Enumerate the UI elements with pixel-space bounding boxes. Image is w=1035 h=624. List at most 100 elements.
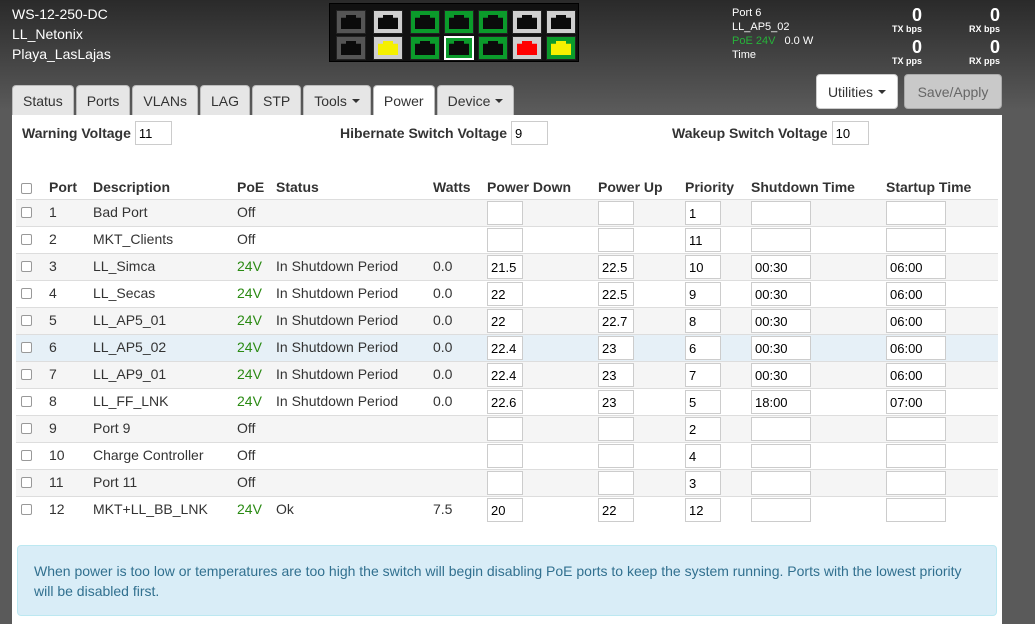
row-checkbox[interactable]	[21, 288, 32, 299]
power-down-input[interactable]	[487, 309, 523, 333]
warning-voltage-input[interactable]	[134, 121, 172, 145]
row-checkbox[interactable]	[21, 477, 32, 488]
power-down-input[interactable]	[487, 417, 523, 441]
utilities-dropdown-button[interactable]: Utilities	[816, 74, 898, 109]
startup-time-input[interactable]	[886, 444, 946, 468]
power-down-input[interactable]	[487, 255, 523, 279]
power-up-input[interactable]	[598, 471, 634, 495]
power-up-input[interactable]	[598, 390, 634, 414]
power-up-input[interactable]	[598, 255, 634, 279]
switch-port[interactable]	[410, 10, 440, 34]
shutdown-time-input[interactable]	[751, 336, 811, 360]
startup-time-input[interactable]	[886, 228, 946, 252]
tab-power[interactable]: Power	[372, 85, 435, 116]
shutdown-time-input[interactable]	[751, 498, 811, 522]
power-up-input[interactable]	[598, 228, 634, 252]
row-checkbox[interactable]	[21, 396, 32, 407]
power-down-input[interactable]	[487, 498, 523, 522]
tab-stp[interactable]: STP	[251, 85, 302, 115]
power-up-input[interactable]	[598, 498, 634, 522]
shutdown-time-input[interactable]	[751, 282, 811, 306]
shutdown-time-input[interactable]	[751, 390, 811, 414]
power-down-input[interactable]	[487, 336, 523, 360]
shutdown-time-input[interactable]	[751, 255, 811, 279]
shutdown-time-input[interactable]	[751, 228, 811, 252]
row-checkbox[interactable]	[21, 423, 32, 434]
tab-ports[interactable]: Ports	[75, 85, 131, 115]
priority-input[interactable]	[685, 417, 721, 441]
priority-input[interactable]	[685, 390, 721, 414]
switch-port[interactable]	[512, 36, 542, 60]
power-up-input[interactable]	[598, 417, 634, 441]
priority-input[interactable]	[685, 444, 721, 468]
row-checkbox[interactable]	[21, 261, 32, 272]
power-down-input[interactable]	[487, 228, 523, 252]
priority-input[interactable]	[685, 228, 721, 252]
shutdown-time-input[interactable]	[751, 363, 811, 387]
startup-time-input[interactable]	[886, 498, 946, 522]
priority-input[interactable]	[685, 498, 721, 522]
shutdown-time-input[interactable]	[751, 444, 811, 468]
priority-input[interactable]	[685, 282, 721, 306]
row-checkbox[interactable]	[21, 369, 32, 380]
tab-status[interactable]: Status	[12, 85, 74, 115]
power-up-input[interactable]	[598, 336, 634, 360]
power-up-input[interactable]	[598, 282, 634, 306]
row-checkbox[interactable]	[21, 450, 32, 461]
switch-port[interactable]	[546, 36, 576, 60]
save-apply-button[interactable]: Save/Apply	[904, 74, 1002, 109]
priority-input[interactable]	[685, 201, 721, 225]
power-up-input[interactable]	[598, 444, 634, 468]
shutdown-time-input[interactable]	[751, 201, 811, 225]
startup-time-input[interactable]	[886, 201, 946, 225]
startup-time-input[interactable]	[886, 417, 946, 441]
priority-input[interactable]	[685, 309, 721, 333]
switch-port[interactable]	[336, 10, 366, 34]
switch-port[interactable]	[444, 10, 474, 34]
priority-input[interactable]	[685, 336, 721, 360]
priority-input[interactable]	[685, 363, 721, 387]
startup-time-input[interactable]	[886, 255, 946, 279]
row-checkbox[interactable]	[21, 342, 32, 353]
shutdown-time-input[interactable]	[751, 309, 811, 333]
switch-port[interactable]	[478, 36, 508, 60]
power-up-input[interactable]	[598, 309, 634, 333]
power-down-input[interactable]	[487, 363, 523, 387]
power-down-input[interactable]	[487, 201, 523, 225]
tab-device[interactable]: Device	[436, 85, 515, 115]
select-all-checkbox[interactable]	[21, 183, 32, 194]
switch-port[interactable]	[336, 36, 366, 60]
switch-port[interactable]	[444, 36, 474, 60]
startup-time-input[interactable]	[886, 471, 946, 495]
row-checkbox[interactable]	[21, 234, 32, 245]
startup-time-input[interactable]	[886, 282, 946, 306]
switch-port[interactable]	[546, 10, 576, 34]
power-down-input[interactable]	[487, 444, 523, 468]
hibernate-voltage-input[interactable]	[511, 121, 548, 145]
row-checkbox[interactable]	[21, 207, 32, 218]
switch-port[interactable]	[478, 10, 508, 34]
wakeup-voltage-input[interactable]	[831, 121, 869, 145]
tab-tools[interactable]: Tools	[303, 85, 371, 115]
shutdown-time-input[interactable]	[751, 471, 811, 495]
startup-time-input[interactable]	[886, 336, 946, 360]
priority-input[interactable]	[685, 255, 721, 279]
row-checkbox[interactable]	[21, 504, 32, 515]
row-checkbox[interactable]	[21, 315, 32, 326]
power-up-input[interactable]	[598, 363, 634, 387]
priority-input[interactable]	[685, 471, 721, 495]
switch-port[interactable]	[410, 36, 440, 60]
power-up-input[interactable]	[598, 201, 634, 225]
startup-time-input[interactable]	[886, 390, 946, 414]
shutdown-time-input[interactable]	[751, 417, 811, 441]
startup-time-input[interactable]	[886, 363, 946, 387]
power-down-input[interactable]	[487, 471, 523, 495]
startup-time-input[interactable]	[886, 309, 946, 333]
tab-lag[interactable]: LAG	[199, 85, 250, 115]
switch-port[interactable]	[512, 10, 542, 34]
power-down-input[interactable]	[487, 282, 523, 306]
power-down-input[interactable]	[487, 390, 523, 414]
switch-port[interactable]	[373, 10, 403, 34]
tab-vlans[interactable]: VLANs	[132, 85, 198, 115]
switch-port[interactable]	[373, 36, 403, 60]
